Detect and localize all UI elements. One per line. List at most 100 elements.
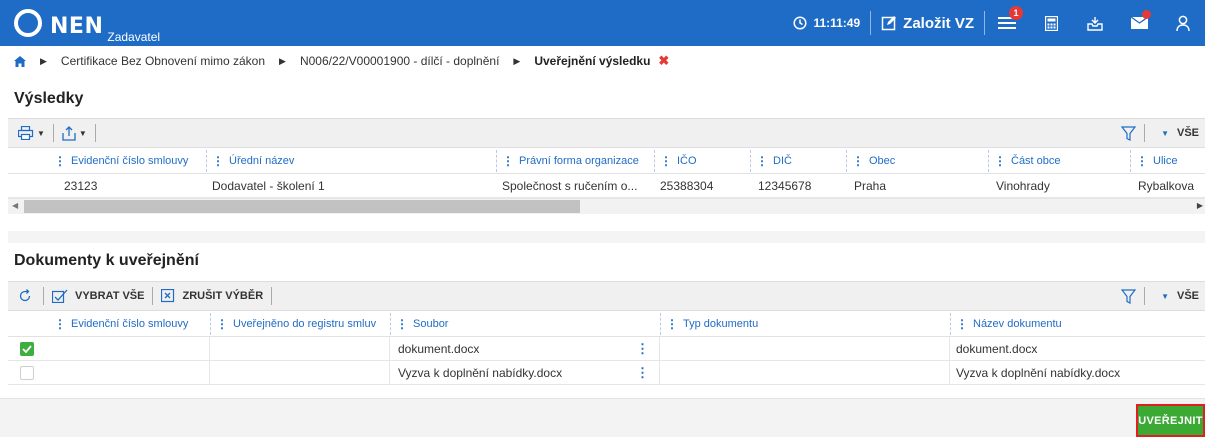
clock-time: 11:11:49 <box>813 16 861 30</box>
menu-button[interactable]: 1 <box>985 0 1029 46</box>
documents-toolbar: VYBRAT VŠE ZRUŠIT VÝBĚR ▼ VŠE <box>8 281 1205 311</box>
toolbar-divider <box>94 124 96 142</box>
checkbox-cancel-icon <box>161 289 175 303</box>
column-header-typ-dokumentu[interactable]: ⋮ Typ dokumentu <box>660 311 950 337</box>
table-row[interactable]: 23123 Dodavatel - školení 1 Společnost s… <box>8 174 1205 198</box>
breadcrumb-separator-icon: ▶ <box>513 55 521 66</box>
results-table-header: ⋮ Evidenční číslo smlouvy ⋮ Úřední název ⋮… <box>8 148 1205 174</box>
cell-uredni-nazev: Dodavatel - školení 1 <box>212 178 325 193</box>
print-menu-button[interactable]: ▼ <box>12 123 51 143</box>
inbox-icon <box>1087 16 1103 31</box>
toolbar-divider <box>1144 287 1146 305</box>
logo-circle-icon <box>14 9 42 37</box>
app-logo[interactable]: NEN Zadavatel <box>0 0 160 46</box>
refresh-button[interactable] <box>12 286 41 306</box>
column-header-dic[interactable]: ⋮ DIČ <box>750 148 846 174</box>
home-icon[interactable] <box>14 55 26 67</box>
filter-icon[interactable] <box>1121 288 1137 304</box>
clock-icon <box>793 16 807 30</box>
cell-soubor[interactable]: dokument.docx <box>398 342 479 356</box>
cell-ulice: Rybalkova <box>1138 178 1195 193</box>
column-header-obec[interactable]: ⋮ Obec <box>846 148 988 174</box>
menu-badge: 1 <box>1009 6 1023 20</box>
messages-button[interactable] <box>1117 0 1161 46</box>
documents-panel: VYBRAT VŠE ZRUŠIT VÝBĚR ▼ VŠE ⋮ Evidenční… <box>8 281 1205 385</box>
column-header-uredni-nazev[interactable]: ⋮ Úřední název <box>206 148 496 174</box>
cell-cast-obce: Vinohrady <box>996 178 1050 193</box>
user-button[interactable] <box>1161 0 1205 46</box>
toolbar-divider <box>52 124 54 142</box>
user-icon <box>1176 15 1190 31</box>
inbox-button[interactable] <box>1073 0 1117 46</box>
top-bar: NEN Zadavatel 11:11:49 Založit VZ 1 <box>0 0 1205 46</box>
results-filter-all-dropdown[interactable]: ▼ VŠE <box>1147 127 1199 139</box>
scroll-left-icon[interactable]: ◀ <box>12 201 18 210</box>
column-header-uverejneno[interactable]: ⋮ Uveřejněno do registru smluv <box>210 311 390 337</box>
breadcrumb-item-certifikace[interactable]: Certifikace Bez Obnovení mimo zákon <box>61 54 265 68</box>
file-actions-icon[interactable]: ⋮ <box>636 341 649 357</box>
breadcrumb-separator-icon: ▶ <box>40 55 47 66</box>
create-vz-label: Založit VZ <box>903 14 974 32</box>
documents-filter-all-dropdown[interactable]: ▼ VŠE <box>1147 290 1199 302</box>
results-panel: ▼ ▼ ▼ VŠE ⋮ Evidenční číslo smlouvy ⋮ Úřed… <box>8 118 1205 214</box>
column-header-soubor[interactable]: ⋮ Soubor <box>390 311 660 337</box>
cell-ico: 25388304 <box>660 178 714 193</box>
file-actions-icon[interactable]: ⋮ <box>636 365 649 381</box>
scroll-right-icon[interactable]: ▶ <box>1197 201 1203 210</box>
calculator-button[interactable] <box>1029 0 1073 46</box>
row-checkbox[interactable] <box>20 365 34 380</box>
toolbar-divider <box>1144 124 1146 142</box>
scrollbar-thumb[interactable] <box>24 200 580 213</box>
cell-soubor[interactable]: Vyzva k doplnění nabídky.docx <box>398 366 562 380</box>
section-gap <box>8 231 1205 243</box>
column-header-nazev-dokumentu[interactable]: ⋮ Název dokumentu <box>950 311 1205 337</box>
documents-filter-all-label: VŠE <box>1176 290 1199 302</box>
column-header-evidencni-cislo[interactable]: ⋮ Evidenční číslo smlouvy <box>54 148 206 174</box>
toolbar-divider <box>152 287 154 305</box>
cell-evidencni-cislo: 23123 <box>64 178 98 193</box>
column-header-pravni-forma[interactable]: ⋮ Právní forma organizace <box>496 148 654 174</box>
cell-pravni-forma: Společnost s ručením o... <box>502 178 638 193</box>
cell-nazev-dokumentu: Vyzva k doplnění nabídky.docx <box>956 365 1121 380</box>
column-header-evidencni-cislo[interactable]: ⋮ Evidenční číslo smlouvy <box>54 311 210 337</box>
checkbox-checked-icon <box>52 289 68 303</box>
chevron-down-icon: ▼ <box>78 128 87 138</box>
calculator-icon <box>1044 15 1058 31</box>
column-header-ulice[interactable]: ⋮ Ulice <box>1130 148 1205 174</box>
table-row[interactable]: dokument.docx ⋮ dokument.docx <box>8 336 1205 361</box>
column-header-cast-obce[interactable]: ⋮ Část obce <box>988 148 1130 174</box>
logo-text: NEN <box>50 14 104 39</box>
row-checkbox[interactable] <box>20 341 34 356</box>
results-filter-all-label: VŠE <box>1176 127 1199 139</box>
create-vz-button[interactable]: Založit VZ <box>871 11 985 35</box>
export-icon <box>62 125 76 141</box>
session-clock: 11:11:49 <box>793 11 872 35</box>
column-header-ico[interactable]: ⋮ IČO <box>654 148 750 174</box>
publish-button[interactable]: UVEŘEJNIT <box>1136 404 1205 437</box>
close-tab-icon[interactable]: ✖ <box>658 53 669 69</box>
cancel-selection-button[interactable]: ZRUŠIT VÝBĚR <box>155 286 269 306</box>
chevron-down-icon: ▼ <box>1161 291 1169 301</box>
select-all-button[interactable]: VYBRAT VŠE <box>46 286 150 306</box>
check-icon <box>22 344 32 353</box>
filter-icon[interactable] <box>1121 125 1137 141</box>
cell-dic: 12345678 <box>758 178 812 193</box>
breadcrumb-item-zakazka[interactable]: N006/22/V00001900 - dílčí - doplnění <box>300 54 499 68</box>
export-menu-button[interactable]: ▼ <box>56 123 93 143</box>
breadcrumb: ▶ Certifikace Bez Obnovení mimo zákon ▶ … <box>0 48 1205 74</box>
breadcrumb-current: Uveřejnění výsledku <box>534 54 651 68</box>
toolbar-divider <box>271 287 273 305</box>
results-horizontal-scrollbar[interactable]: ◀ ▶ <box>8 198 1205 214</box>
edit-icon <box>881 16 897 31</box>
select-all-label: VYBRAT VŠE <box>75 290 145 302</box>
messages-unread-dot <box>1142 10 1151 19</box>
toolbar-divider <box>43 287 44 305</box>
results-title: Výsledky <box>14 90 84 107</box>
documents-title: Dokumenty k uveřejnění <box>14 252 199 269</box>
table-row[interactable]: Vyzva k doplnění nabídky.docx ⋮ Vyzva k … <box>8 360 1205 385</box>
cell-nazev-dokumentu: dokument.docx <box>956 341 1038 356</box>
refresh-icon <box>19 289 31 302</box>
documents-table-header: ⋮ Evidenční číslo smlouvy ⋮ Uveřejněno do … <box>8 311 1205 337</box>
results-toolbar: ▼ ▼ ▼ VŠE <box>8 118 1205 148</box>
cell-obec: Praha <box>854 178 887 193</box>
